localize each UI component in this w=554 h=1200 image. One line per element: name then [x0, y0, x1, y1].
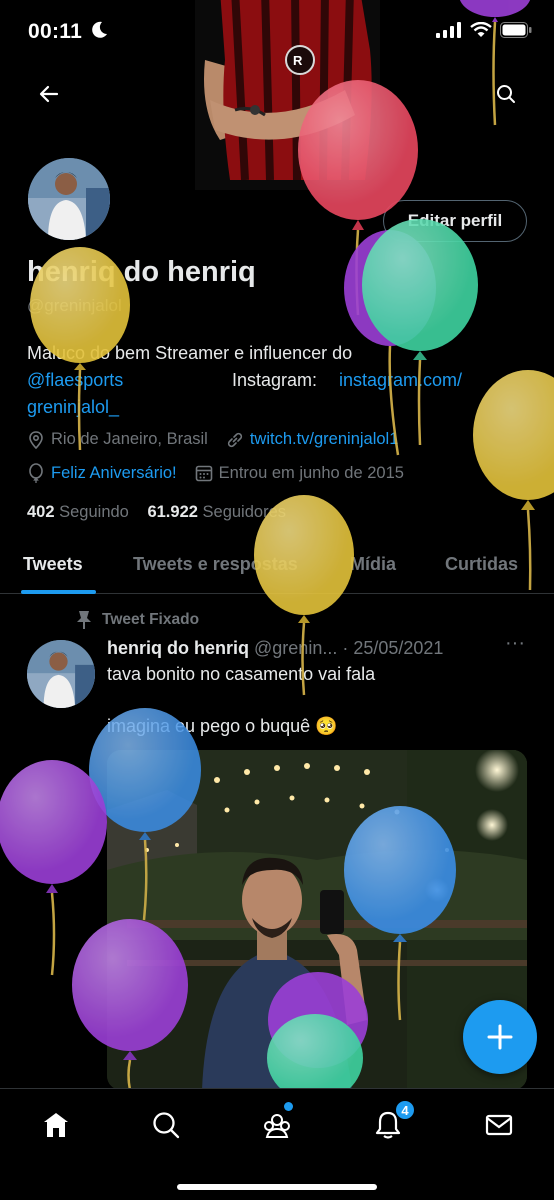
- nav-messages[interactable]: [479, 1105, 519, 1145]
- tab-tweets-and-replies[interactable]: Tweets e respostas: [133, 554, 298, 575]
- back-button[interactable]: [31, 76, 67, 112]
- calendar-icon: [195, 465, 212, 482]
- profile-bio: Maluco do bem Streamer e influencer do @…: [27, 340, 507, 421]
- search-icon: [153, 1112, 180, 1139]
- profile-name: henriq do henriq: [27, 256, 256, 288]
- pinned-label: Tweet Fixado: [76, 610, 199, 630]
- tab-tweets[interactable]: Tweets: [23, 554, 83, 575]
- followers-stat[interactable]: 61.922 Seguidores: [147, 503, 286, 521]
- communities-dot: [284, 1102, 293, 1111]
- followers-label: Seguidores: [202, 503, 286, 521]
- tweet-header: henriq do henriq @grenin... · 25/05/2021: [107, 638, 443, 659]
- following-stat[interactable]: 402 Seguindo: [27, 503, 129, 521]
- profile-meta-row: Feliz Aniversário! Entrou em junho de 20…: [27, 463, 404, 483]
- cellular-signal-icon: [436, 22, 461, 38]
- compose-tweet-button[interactable]: [463, 1000, 537, 1074]
- avatar-photo: [27, 640, 95, 708]
- wifi-icon: [470, 22, 492, 37]
- balloon: [0, 760, 107, 976]
- following-count: 402: [27, 503, 55, 521]
- moon-icon: [92, 21, 107, 38]
- status-icons: [436, 22, 532, 38]
- profile-handle: @greninjalol: [27, 296, 122, 315]
- arrow-left-icon: [39, 85, 59, 103]
- tweet-text: imagina eu pego o buquê 🥺: [107, 716, 338, 736]
- status-time: 00:11: [28, 20, 83, 43]
- birthday-link[interactable]: Feliz Aniversário!: [51, 464, 177, 483]
- profile-location: Rio de Janeiro, Brasil: [51, 430, 208, 448]
- follow-stats: 402 Seguindo 61.922 Seguidores: [27, 503, 286, 522]
- link-icon: [227, 432, 242, 447]
- joined-date: Entrou em junho de 2015: [218, 463, 404, 482]
- profile-meta-row: Rio de Janeiro, Brasil twitch.tv/greninj…: [27, 430, 398, 449]
- bottom-navigation: 4: [0, 1088, 554, 1200]
- nav-home[interactable]: [36, 1105, 76, 1145]
- edit-profile-button[interactable]: Editar perfil: [383, 200, 527, 242]
- profile-avatar[interactable]: [25, 155, 113, 243]
- profile-website-link[interactable]: twitch.tv/greninjalol1: [250, 430, 399, 449]
- home-icon: [44, 1113, 68, 1137]
- tweet-avatar[interactable]: [27, 640, 95, 708]
- following-label: Seguindo: [59, 503, 129, 521]
- nav-search[interactable]: [146, 1105, 186, 1145]
- plus-icon: [487, 1024, 513, 1050]
- search-icon: [497, 85, 515, 103]
- tweet-date: 25/05/2021: [353, 638, 444, 658]
- profile-tabs: Tweets Tweets e respostas Mídia Curtidas: [0, 540, 554, 594]
- bio-mention-link[interactable]: @flaesports: [27, 370, 123, 390]
- tweet-author-name[interactable]: henriq do henriq: [107, 638, 249, 658]
- messages-icon: [485, 1114, 513, 1136]
- tab-likes[interactable]: Curtidas: [445, 554, 518, 575]
- balloon-icon: [29, 463, 43, 483]
- profile-screen: R 00:11 Editar perfil henriq do henriq @…: [0, 0, 554, 1200]
- location-icon: [29, 430, 43, 449]
- bio-text: Maluco do bem Streamer e influencer do: [27, 343, 353, 363]
- nav-communities[interactable]: [257, 1105, 297, 1145]
- search-button[interactable]: [488, 76, 524, 112]
- battery-icon: [500, 22, 532, 38]
- pin-icon: [77, 611, 91, 629]
- status-bar: 00:11: [0, 0, 554, 66]
- communities-icon: [264, 1114, 290, 1138]
- followers-count: 61.922: [147, 503, 198, 521]
- active-tab-indicator: [21, 590, 96, 594]
- bio-instagram-label: Instagram:: [232, 370, 318, 390]
- notifications-badge: 4: [394, 1099, 416, 1121]
- tweet-text: tava bonito no casamento vai fala: [107, 664, 376, 684]
- avatar-photo: [28, 158, 110, 240]
- tweet-author-handle[interactable]: @grenin...: [254, 638, 337, 658]
- pinned-text: Tweet Fixado: [102, 611, 200, 628]
- bio-instagram-link[interactable]: instagram.com/: [339, 367, 462, 394]
- tab-media[interactable]: Mídia: [350, 554, 396, 575]
- tweet-separator: ·: [342, 638, 349, 658]
- bio-instagram-link-cont[interactable]: greninjalol_: [27, 397, 119, 417]
- home-indicator[interactable]: [177, 1184, 377, 1190]
- tweet-more-button[interactable]: ···: [505, 632, 525, 655]
